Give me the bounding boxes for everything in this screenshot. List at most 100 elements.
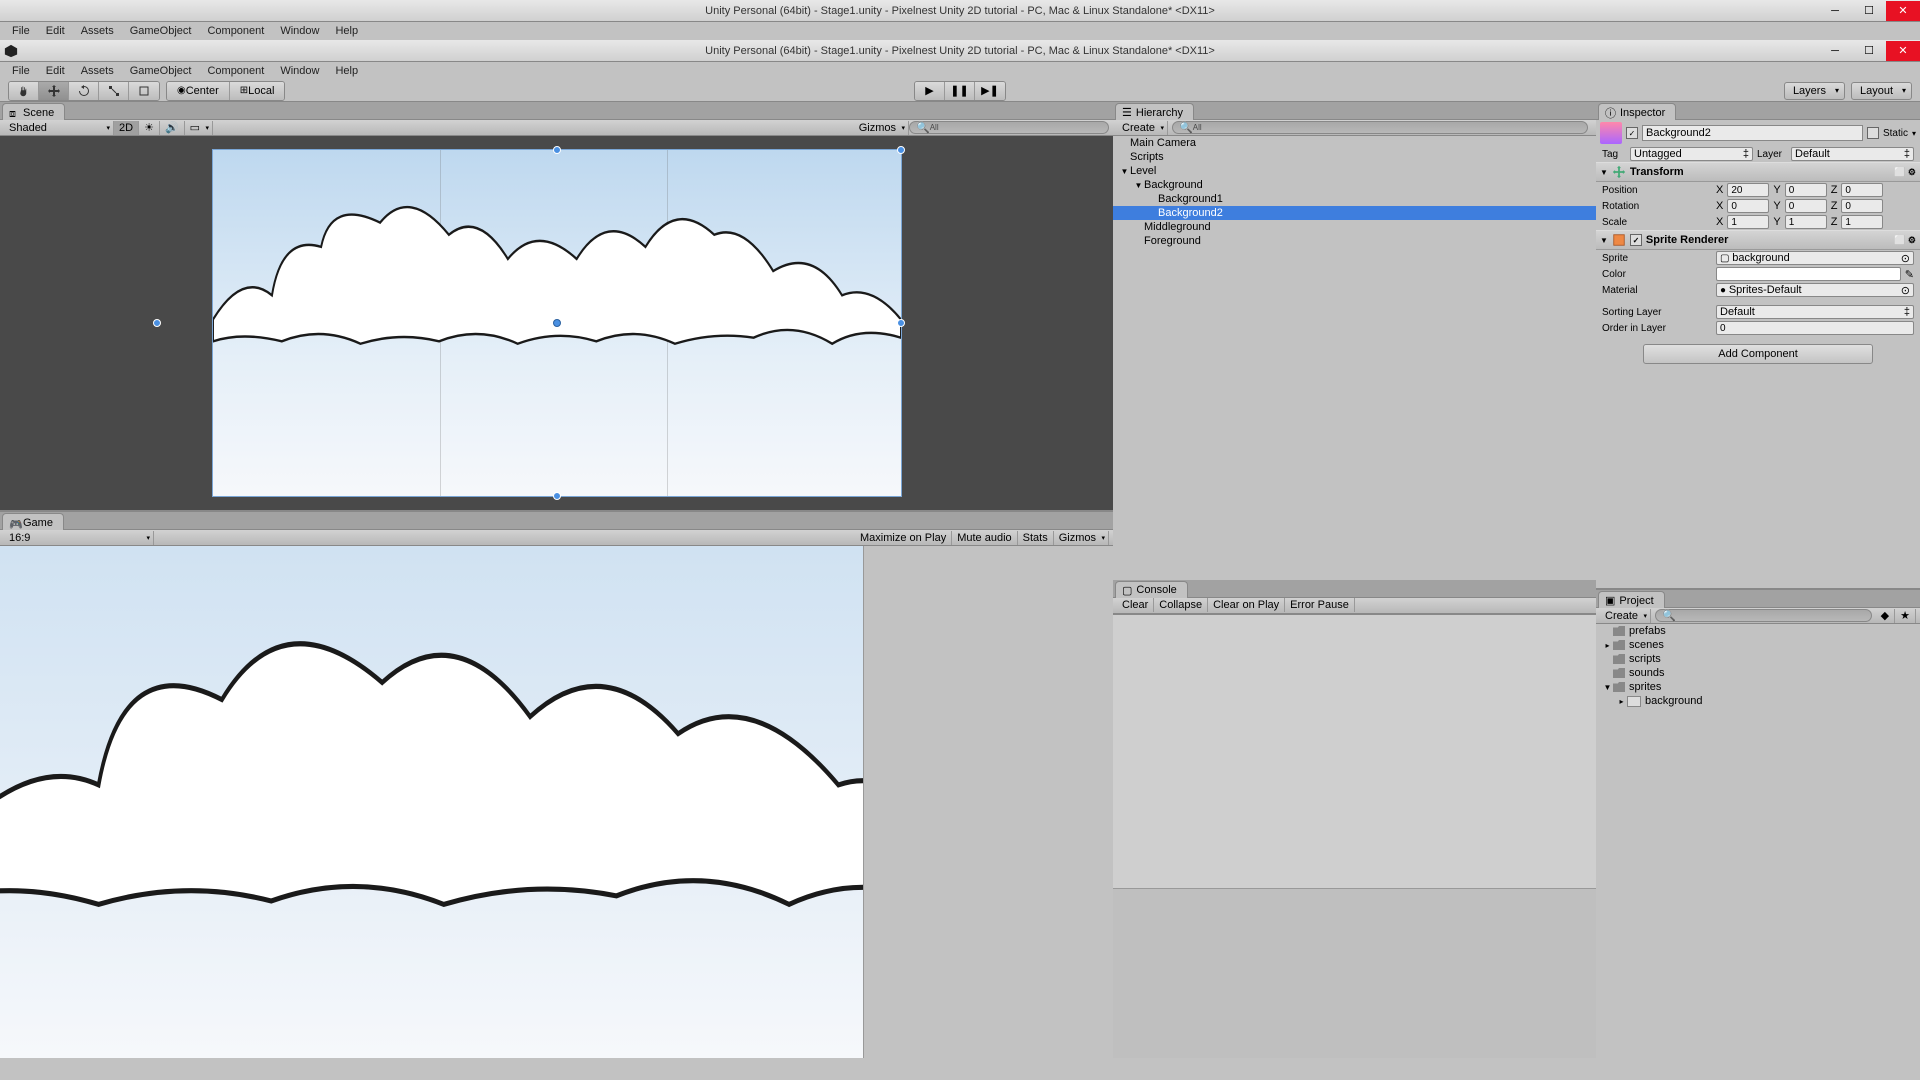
- outer-close-button[interactable]: ✕: [1886, 1, 1920, 21]
- handle-top[interactable]: [553, 146, 561, 154]
- scale-z[interactable]: [1841, 215, 1883, 229]
- outer-minimize-button[interactable]: ─: [1818, 1, 1852, 21]
- project-item-sounds[interactable]: sounds: [1596, 666, 1920, 680]
- project-view[interactable]: prefabs▸scenesscriptssounds▼sprites▸back…: [1596, 624, 1920, 1058]
- tag-dropdown[interactable]: Untagged ‡: [1630, 147, 1753, 161]
- game-view[interactable]: [0, 546, 1113, 1058]
- handle-pivot[interactable]: [553, 319, 561, 327]
- scene-fx-icon[interactable]: ▭: [185, 121, 213, 135]
- aspect-dropdown[interactable]: 16:9: [4, 531, 154, 545]
- project-tab[interactable]: ▣ Project: [1598, 591, 1665, 608]
- hierarchy-item-background2[interactable]: Background2: [1113, 206, 1596, 220]
- layers-dropdown[interactable]: Layers: [1784, 82, 1845, 100]
- console-tab[interactable]: ▢ Console: [1115, 581, 1188, 598]
- menu-file-2[interactable]: File: [4, 63, 38, 79]
- rect-tool[interactable]: [129, 82, 159, 100]
- minimize-button[interactable]: ─: [1818, 41, 1852, 61]
- project-item-scripts[interactable]: scripts: [1596, 652, 1920, 666]
- project-item-scenes[interactable]: ▸scenes: [1596, 638, 1920, 652]
- scale-y[interactable]: [1785, 215, 1827, 229]
- object-active-checkbox[interactable]: [1626, 127, 1638, 139]
- rotation-x[interactable]: [1727, 199, 1769, 213]
- position-x[interactable]: [1727, 183, 1769, 197]
- maximize-button[interactable]: ☐: [1852, 41, 1886, 61]
- menu-assets-2[interactable]: Assets: [73, 63, 122, 79]
- stats-toggle[interactable]: Stats: [1018, 531, 1054, 545]
- menu-component[interactable]: Component: [199, 23, 272, 39]
- handle-tr[interactable]: [897, 146, 905, 154]
- sprite-renderer-enabled[interactable]: [1630, 234, 1642, 246]
- static-checkbox[interactable]: [1867, 127, 1879, 139]
- space-toggle[interactable]: ⊞ Local: [230, 82, 285, 100]
- hierarchy-create[interactable]: Create: [1117, 121, 1168, 135]
- project-star-icon[interactable]: ★: [1895, 609, 1916, 623]
- sprite-renderer-header[interactable]: ▼ Sprite Renderer ⬜ ⚙: [1596, 230, 1920, 250]
- handle-bottom[interactable]: [553, 492, 561, 500]
- project-search[interactable]: 🔍: [1655, 609, 1872, 622]
- maximize-on-play[interactable]: Maximize on Play: [855, 531, 952, 545]
- hierarchy-item-scripts[interactable]: Scripts: [1113, 150, 1596, 164]
- hierarchy-view[interactable]: Main CameraScripts▼Level▼BackgroundBackg…: [1113, 136, 1596, 580]
- hierarchy-item-background[interactable]: ▼Background: [1113, 178, 1596, 192]
- hierarchy-item-background1[interactable]: Background1: [1113, 192, 1596, 206]
- sprite-bounds[interactable]: [212, 149, 902, 497]
- hierarchy-item-middleground[interactable]: Middleground: [1113, 220, 1596, 234]
- game-gizmos[interactable]: Gizmos: [1054, 531, 1109, 545]
- color-field[interactable]: [1716, 267, 1901, 281]
- pivot-toggle[interactable]: ◉ Center: [167, 82, 230, 100]
- close-button[interactable]: ✕: [1886, 41, 1920, 61]
- add-component-button[interactable]: Add Component: [1643, 344, 1873, 364]
- hierarchy-item-foreground[interactable]: Foreground: [1113, 234, 1596, 248]
- handle-left[interactable]: [153, 319, 161, 327]
- menu-assets[interactable]: Assets: [73, 23, 122, 39]
- gizmos-dropdown[interactable]: Gizmos: [854, 121, 909, 135]
- menu-window-2[interactable]: Window: [272, 63, 327, 79]
- hand-tool[interactable]: [9, 82, 39, 100]
- sprite-field[interactable]: ▢ background⊙: [1716, 251, 1914, 265]
- scene-audio-icon[interactable]: 🔊: [160, 121, 185, 135]
- menu-edit-2[interactable]: Edit: [38, 63, 73, 79]
- scene-light-icon[interactable]: ☀: [139, 121, 160, 135]
- object-icon[interactable]: [1600, 122, 1622, 144]
- console-clearonplay[interactable]: Clear on Play: [1208, 598, 1285, 612]
- menu-component-2[interactable]: Component: [199, 63, 272, 79]
- scene-tab[interactable]: ⧈Scene: [2, 103, 65, 120]
- project-item-sprites[interactable]: ▼sprites: [1596, 680, 1920, 694]
- hierarchy-item-main camera[interactable]: Main Camera: [1113, 136, 1596, 150]
- menu-gameobject[interactable]: GameObject: [122, 23, 200, 39]
- object-name-input[interactable]: [1642, 125, 1863, 141]
- move-tool[interactable]: [39, 82, 69, 100]
- position-z[interactable]: [1841, 183, 1883, 197]
- shading-dropdown[interactable]: Shaded: [4, 121, 114, 135]
- order-in-layer-field[interactable]: [1716, 321, 1914, 335]
- rotate-tool[interactable]: [69, 82, 99, 100]
- hierarchy-item-level[interactable]: ▼Level: [1113, 164, 1596, 178]
- play-button[interactable]: ▶: [915, 82, 945, 100]
- scale-tool[interactable]: [99, 82, 129, 100]
- scale-x[interactable]: [1727, 215, 1769, 229]
- menu-help[interactable]: Help: [327, 23, 366, 39]
- menu-file[interactable]: File: [4, 23, 38, 39]
- sorting-layer-dropdown[interactable]: Default‡: [1716, 305, 1914, 319]
- material-field[interactable]: ● Sprites-Default⊙: [1716, 283, 1914, 297]
- console-clear[interactable]: Clear: [1117, 598, 1154, 612]
- hierarchy-tab[interactable]: ☰ Hierarchy: [1115, 103, 1194, 120]
- rotation-z[interactable]: [1841, 199, 1883, 213]
- console-view[interactable]: [1113, 614, 1596, 1059]
- rotation-y[interactable]: [1785, 199, 1827, 213]
- hierarchy-search[interactable]: 🔍All: [1172, 121, 1588, 134]
- outer-maximize-button[interactable]: ☐: [1852, 1, 1886, 21]
- menu-edit[interactable]: Edit: [38, 23, 73, 39]
- handle-br[interactable]: [897, 319, 905, 327]
- console-errorpause[interactable]: Error Pause: [1285, 598, 1355, 612]
- pause-button[interactable]: ❚❚: [945, 82, 975, 100]
- menu-help-2[interactable]: Help: [327, 63, 366, 79]
- menu-window[interactable]: Window: [272, 23, 327, 39]
- console-collapse[interactable]: Collapse: [1154, 598, 1208, 612]
- 2d-toggle[interactable]: 2D: [114, 121, 139, 135]
- mute-audio[interactable]: Mute audio: [952, 531, 1017, 545]
- game-tab[interactable]: 🎮Game: [2, 513, 64, 530]
- project-item-background[interactable]: ▸background: [1596, 694, 1920, 708]
- layout-dropdown[interactable]: Layout: [1851, 82, 1912, 100]
- eyedropper-icon[interactable]: ✎: [1905, 268, 1914, 281]
